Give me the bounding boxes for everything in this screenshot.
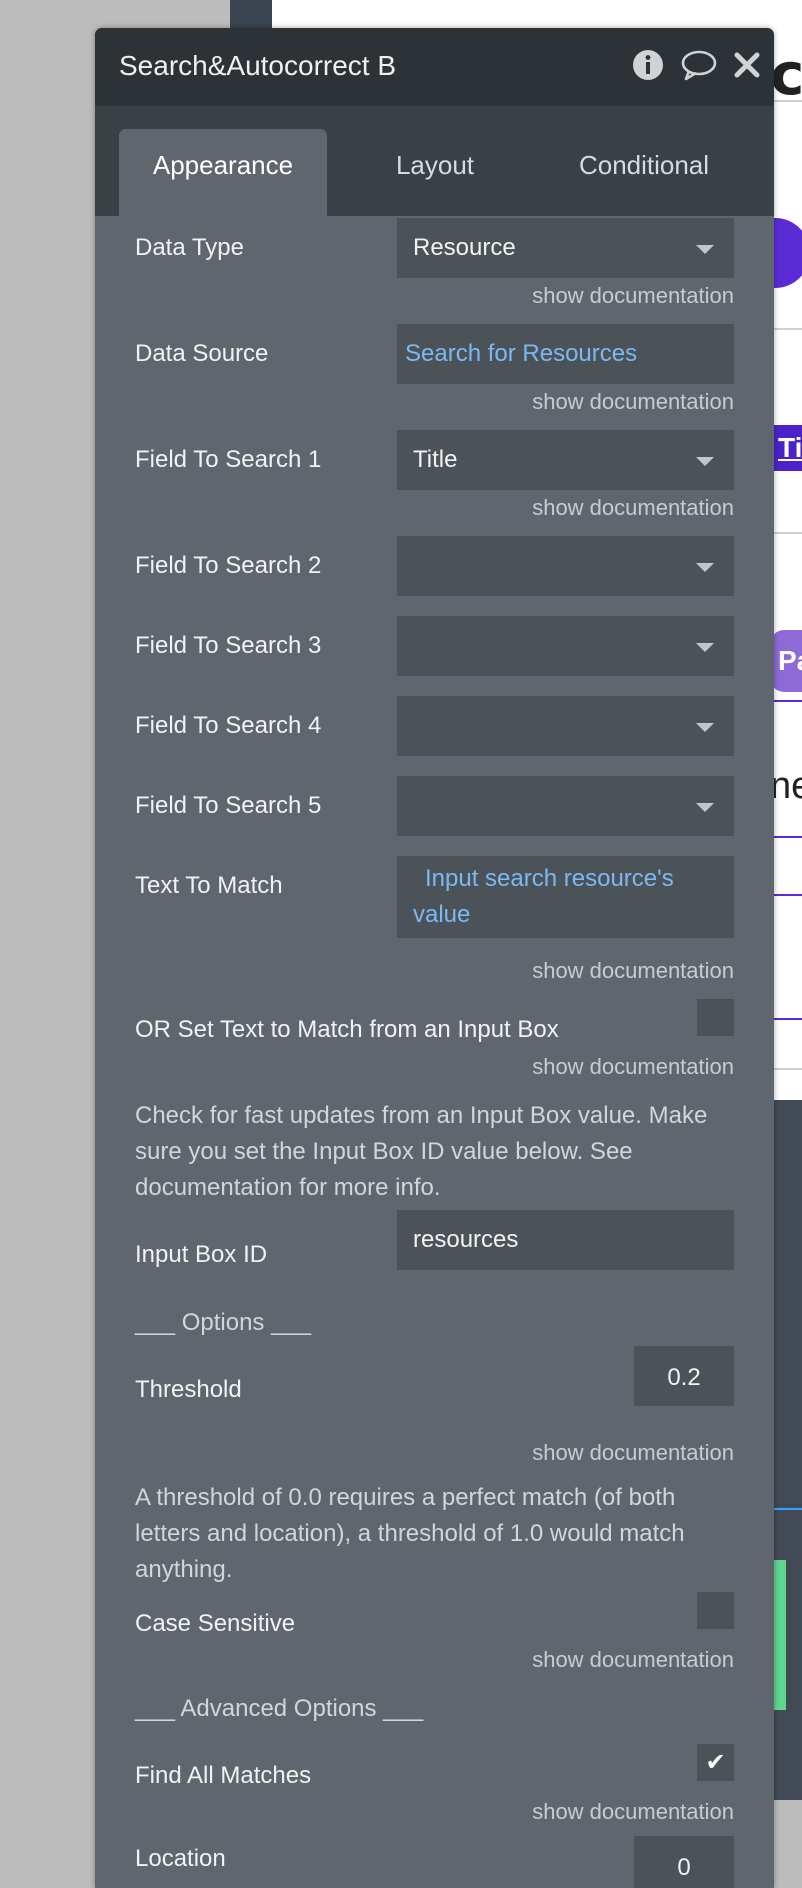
- field-to-search-1-label: Field To Search 1: [135, 446, 322, 473]
- data-source-label: Data Source: [135, 340, 269, 367]
- threshold-field[interactable]: 0.2: [634, 1346, 734, 1406]
- find-all-matches-checkbox[interactable]: ✔: [697, 1744, 734, 1781]
- threshold-help-text: A threshold of 0.0 requires a perfect ma…: [135, 1484, 685, 1583]
- text-to-match-expression[interactable]: Input search resource's value: [397, 856, 734, 938]
- advanced-options-section-header: ___ Advanced Options ___: [135, 1695, 424, 1722]
- property-editor-panel: Search&Autocorrect B Appearance Layout C…: [95, 28, 774, 1888]
- field-to-search-1-dropdown[interactable]: Title: [397, 430, 734, 490]
- field-to-search-5-dropdown[interactable]: [397, 776, 734, 836]
- panel-title: Search&Autocorrect B: [119, 50, 397, 81]
- comment-icon[interactable]: [680, 48, 717, 82]
- text-to-match-value-line1: Input search resource's: [425, 865, 674, 892]
- canvas-green-bar: [772, 1560, 786, 1710]
- chevron-down-icon: [696, 457, 714, 466]
- info-icon[interactable]: [631, 48, 665, 82]
- or-set-text-label: OR Set Text to Match from an Input Box: [135, 1016, 559, 1043]
- data-type-value: Resource: [413, 234, 516, 261]
- input-box-help-text: Check for fast updates from an Input Box…: [135, 1102, 708, 1201]
- show-documentation-link[interactable]: show documentation: [532, 1440, 734, 1466]
- close-icon[interactable]: [732, 48, 766, 82]
- data-type-label: Data Type: [135, 234, 244, 261]
- show-documentation-link[interactable]: show documentation: [532, 958, 734, 984]
- field-to-search-2-dropdown[interactable]: [397, 536, 734, 596]
- field-to-search-4-dropdown[interactable]: [397, 696, 734, 756]
- tab-bar: Appearance Layout Conditional: [95, 106, 774, 216]
- tab-layout[interactable]: Layout: [345, 129, 525, 216]
- case-sensitive-label: Case Sensitive: [135, 1610, 296, 1637]
- chevron-down-icon: [696, 803, 714, 812]
- show-documentation-link[interactable]: show documentation: [532, 283, 734, 309]
- data-source-expression[interactable]: Search for Resources: [397, 324, 734, 384]
- tab-appearance[interactable]: Appearance: [119, 129, 327, 216]
- chevron-down-icon: [696, 563, 714, 572]
- find-all-matches-label: Find All Matches: [135, 1762, 312, 1789]
- chevron-down-icon: [696, 723, 714, 732]
- field-to-search-5-label: Field To Search 5: [135, 792, 322, 819]
- canvas-text-fragment: ne: [770, 765, 802, 807]
- canvas-heading-fragment: c: [770, 40, 802, 108]
- location-label: Location: [135, 1845, 226, 1872]
- data-type-dropdown[interactable]: Resource: [397, 218, 734, 278]
- show-documentation-link[interactable]: show documentation: [532, 1799, 734, 1825]
- checkmark-icon: ✔: [705, 1749, 726, 1776]
- canvas-accent-line: [772, 1508, 802, 1510]
- canvas-pa-button: Pa: [770, 630, 802, 692]
- input-box-id-field[interactable]: resources: [397, 1210, 734, 1270]
- location-field[interactable]: 0: [634, 1836, 734, 1888]
- text-to-match-value-line2: value: [413, 901, 471, 928]
- field-to-search-4-label: Field To Search 4: [135, 712, 322, 739]
- field-to-search-2-label: Field To Search 2: [135, 552, 322, 579]
- show-documentation-link[interactable]: show documentation: [532, 1054, 734, 1080]
- options-section-header: ___ Options ___: [135, 1309, 312, 1336]
- field-to-search-3-dropdown[interactable]: [397, 616, 734, 676]
- field-to-search-3-label: Field To Search 3: [135, 632, 322, 659]
- tab-conditional[interactable]: Conditional: [539, 129, 749, 216]
- show-documentation-link[interactable]: show documentation: [532, 1647, 734, 1673]
- or-set-text-checkbox[interactable]: [697, 999, 734, 1036]
- panel-titlebar[interactable]: Search&Autocorrect B: [95, 28, 774, 106]
- case-sensitive-checkbox[interactable]: [697, 1592, 734, 1629]
- threshold-label: Threshold: [135, 1376, 242, 1403]
- chevron-down-icon: [696, 245, 714, 254]
- canvas-title-button: Ti: [770, 425, 802, 471]
- input-box-id-label: Input Box ID: [135, 1241, 268, 1268]
- text-to-match-label: Text To Match: [135, 872, 283, 899]
- chevron-down-icon: [696, 643, 714, 652]
- show-documentation-link[interactable]: show documentation: [532, 389, 734, 415]
- field-to-search-1-value: Title: [413, 446, 458, 473]
- show-documentation-link[interactable]: show documentation: [532, 495, 734, 521]
